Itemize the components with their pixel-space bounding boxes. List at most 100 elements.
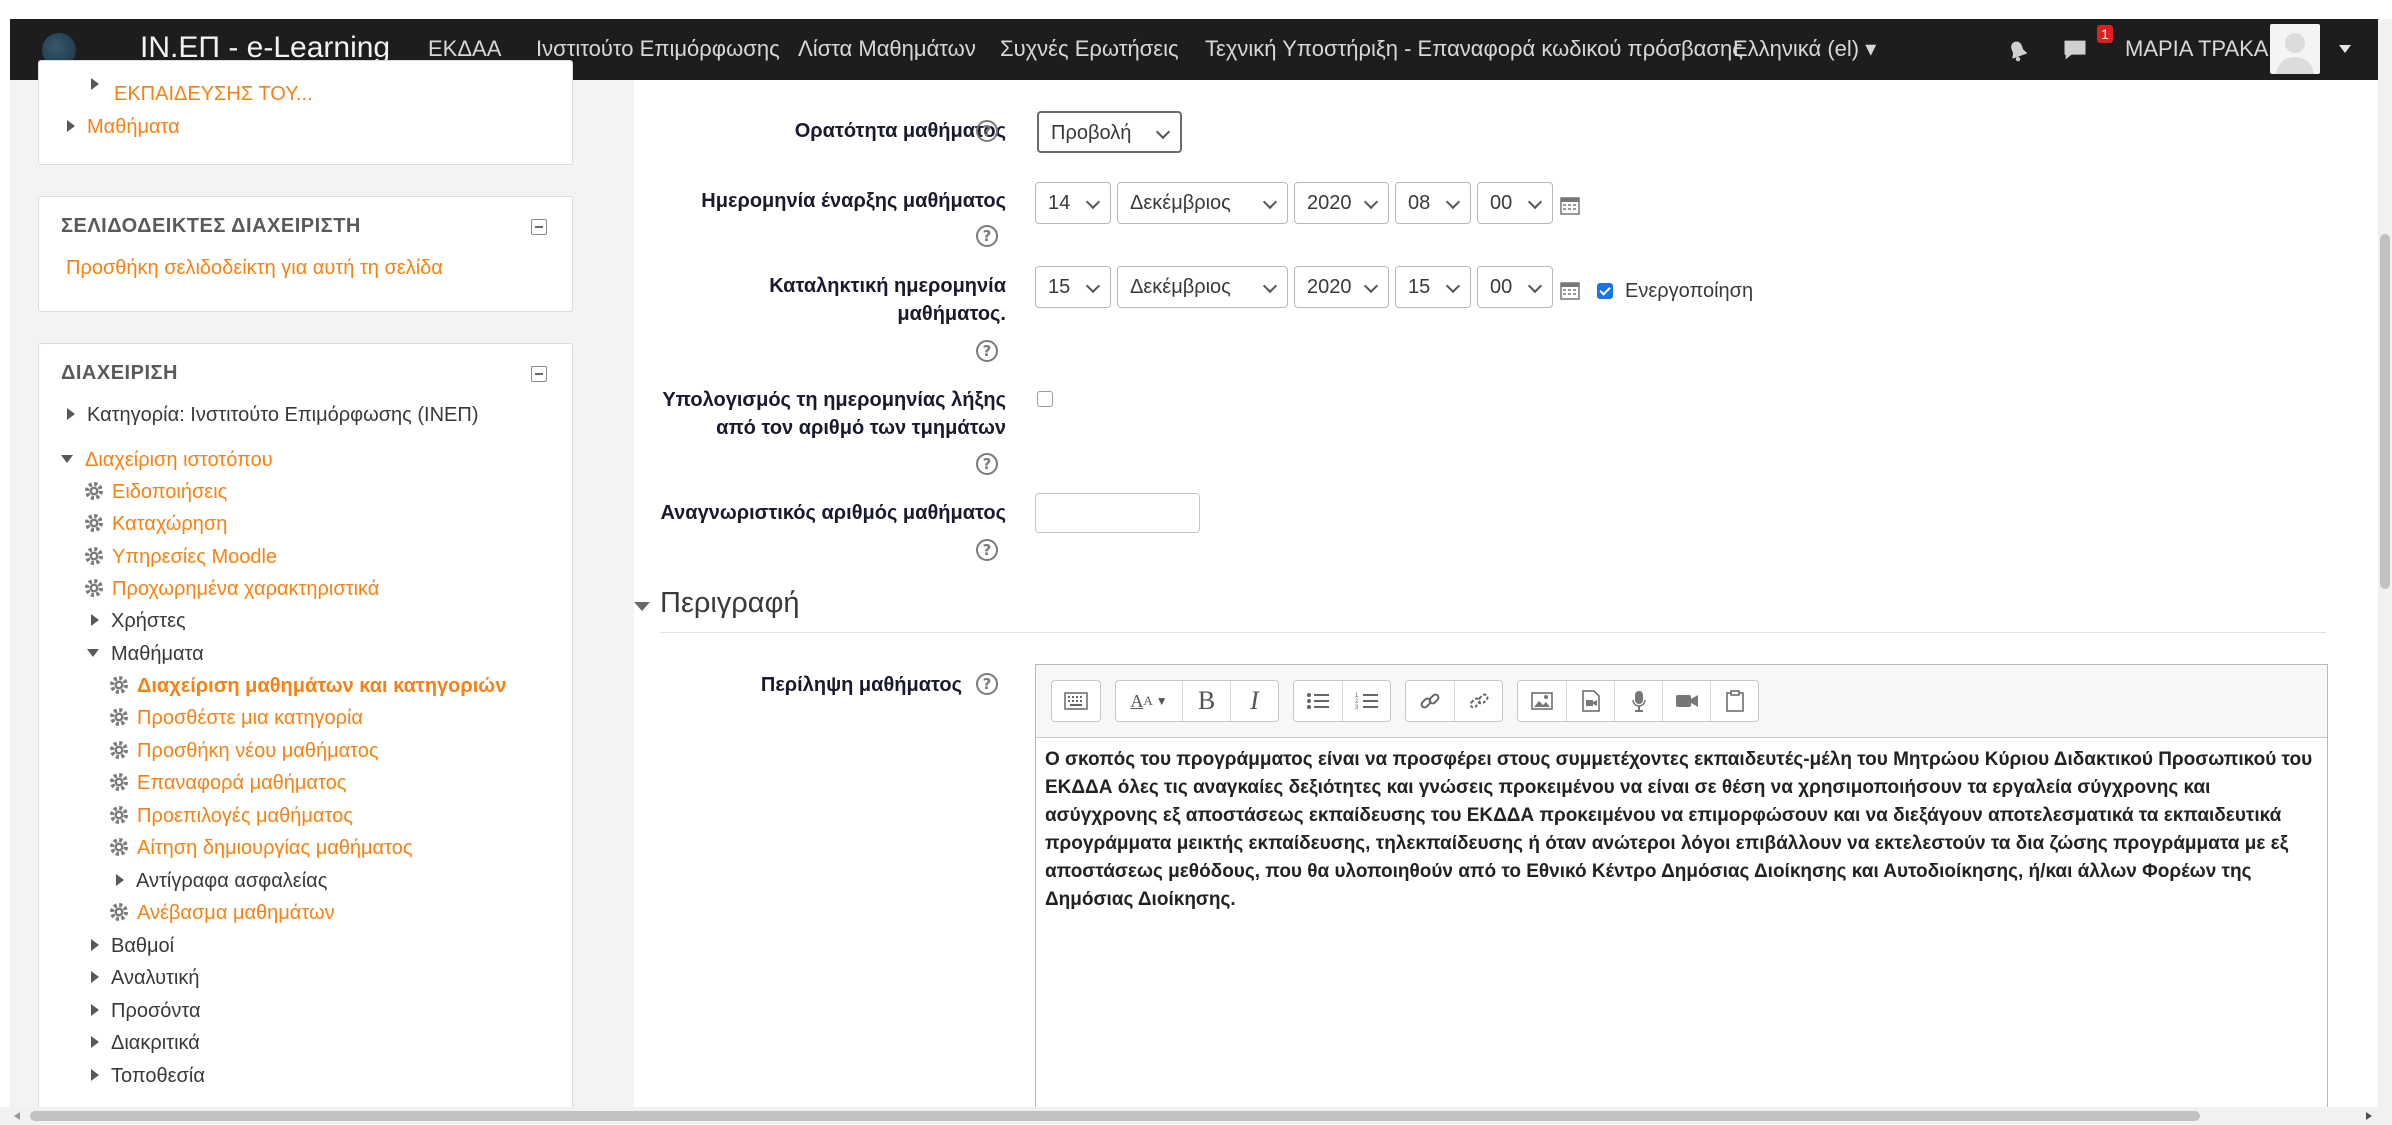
help-icon[interactable]: ? [976, 225, 998, 247]
chat-icon[interactable] [2061, 36, 2089, 64]
italic-icon[interactable]: I [1230, 681, 1278, 721]
course-item-add-course[interactable]: Προσθήκη νέου μαθήματος [109, 740, 379, 763]
admin-competencies-item[interactable]: Προσόντα [91, 1000, 201, 1023]
admin-backups-label: Αντίγραφα ασφαλείας [136, 870, 328, 892]
help-icon[interactable]: ? [976, 120, 998, 142]
course-item-manage[interactable]: Διαχείριση μαθημάτων και κατηγοριών [109, 675, 506, 698]
language-menu[interactable]: Ελληνικά (el) ▾ [1733, 36, 1876, 62]
end-date-label-line1: Καταληκτική ημερομηνία [769, 275, 1006, 297]
visibility-select[interactable]: Προβολή [1037, 111, 1182, 153]
scroll-right-arrow-icon[interactable] [2366, 1112, 2372, 1120]
gear-icon [110, 676, 128, 694]
admin-backups-item[interactable]: Αντίγραφα ασφαλείας [116, 870, 327, 893]
course-item-upload[interactable]: Ανέβασμα μαθημάτων [109, 902, 335, 925]
bell-icon[interactable] [2005, 38, 2031, 64]
nav-link-course-list[interactable]: Λίστα Μαθημάτων [798, 36, 976, 62]
id-number-input[interactable] [1035, 493, 1200, 533]
end-month-select[interactable]: Δεκέμβριος [1117, 266, 1288, 308]
numbered-list-icon[interactable]: 123 [1342, 681, 1390, 721]
user-avatar-icon [2276, 33, 2314, 74]
toolbar-group [1051, 680, 1101, 722]
font-style-icon[interactable]: A A ▼ [1116, 681, 1182, 721]
admin-badges-item[interactable]: Διακριτικά [91, 1032, 200, 1055]
calendar-icon[interactable] [1560, 280, 1580, 300]
start-hour-select[interactable]: 08 [1395, 182, 1471, 224]
scroll-left-arrow-icon[interactable] [14, 1112, 20, 1120]
nav-item-courses[interactable]: Μαθήματα [67, 116, 180, 139]
admin-grades-item[interactable]: Βαθμοί [91, 935, 174, 958]
toolbar-toggle-icon[interactable] [1052, 681, 1100, 721]
admin-item-registration[interactable]: Καταχώρηση [84, 513, 227, 536]
end-date-label-line2: μαθήματος. [897, 303, 1006, 325]
horizontal-scrollbar-thumb[interactable] [30, 1111, 2200, 1121]
help-icon[interactable]: ? [976, 453, 998, 475]
admin-item-advanced-features[interactable]: Προχωρημένα χαρακτηριστικά [84, 578, 379, 601]
start-year-select[interactable]: 2020 [1294, 182, 1389, 224]
bold-icon[interactable]: B [1182, 681, 1230, 721]
video-camera-glyph [1675, 695, 1698, 707]
end-day-select[interactable]: 15 [1035, 266, 1111, 308]
course-item-restore[interactable]: Επαναφορά μαθήματος [109, 772, 346, 795]
end-year-select[interactable]: 2020 [1294, 266, 1389, 308]
course-item-label: Προσθήκη νέου μαθήματος [137, 740, 379, 762]
help-icon[interactable]: ? [976, 673, 998, 695]
start-minute-select[interactable]: 00 [1477, 182, 1553, 224]
browser-top-strip [0, 0, 2392, 19]
media-icon[interactable] [1566, 681, 1614, 721]
image-icon[interactable] [1518, 681, 1566, 721]
tree-expand-icon[interactable] [91, 78, 99, 90]
help-icon[interactable]: ? [976, 340, 998, 362]
vertical-scrollbar-thumb[interactable] [2380, 234, 2390, 589]
tree-expand-icon [91, 1036, 99, 1048]
nav-link-ekdda[interactable]: ΕΚΔΑΑ [428, 36, 501, 62]
caret-down-icon[interactable] [2338, 44, 2352, 54]
admin-courses-item[interactable]: Μαθήματα [87, 643, 204, 666]
paste-icon[interactable] [1710, 681, 1758, 721]
nav-item-truncated[interactable]: ΕΚΠΑΙΔΕΥΣΗΣ ΤΟΥ... [114, 83, 313, 106]
tree-expand-icon [67, 408, 75, 420]
nav-link-institute[interactable]: Ινστιτούτο Επιμόρφωσης [536, 36, 780, 62]
collapse-block-icon[interactable] [531, 366, 547, 382]
unlink-icon[interactable] [1454, 681, 1502, 721]
calendar-icon[interactable] [1560, 195, 1580, 215]
admin-courses-label: Μαθήματα [111, 643, 204, 665]
site-admin-item[interactable]: Διαχείριση ιστοτόπου [61, 449, 273, 472]
admin-more-label: Αναλυτική [111, 967, 200, 989]
gear-icon [110, 806, 128, 824]
toolbar-group [1405, 680, 1503, 722]
help-icon[interactable]: ? [976, 539, 998, 561]
horizontal-scrollbar[interactable] [0, 1107, 2392, 1125]
admin-users-item[interactable]: Χρήστες [91, 610, 186, 633]
end-minute-select[interactable]: 00 [1477, 266, 1553, 308]
description-section-title[interactable]: Περιγραφή [660, 587, 800, 620]
collapse-block-icon[interactable] [531, 219, 547, 235]
user-avatar[interactable] [2270, 24, 2320, 74]
add-bookmark-link[interactable]: Προσθήκη σελιδοδείκτη για αυτή τη σελίδα [66, 257, 443, 280]
record-audio-icon[interactable] [1614, 681, 1662, 721]
end-hour-select[interactable]: 15 [1395, 266, 1471, 308]
admin-location-item[interactable]: Τοποθεσία [91, 1065, 205, 1088]
bullet-list-icon[interactable] [1294, 681, 1342, 721]
summary-editor[interactable]: A A ▼ B I 123 Ο σκοπός του προγράμματος … [1035, 664, 2328, 1108]
course-item-request[interactable]: Αίτηση δημιουργίας μαθήματος [109, 837, 413, 860]
admin-category-item[interactable]: Κατηγορία: Ινστιτούτο Επιμόρφωσης (ΙΝΕΠ) [67, 404, 478, 427]
start-month-select[interactable]: Δεκέμβριος [1117, 182, 1288, 224]
nav-link-faq[interactable]: Συχνές Ερωτήσεις [1000, 36, 1179, 62]
record-video-icon[interactable] [1662, 681, 1710, 721]
section-collapse-icon[interactable] [634, 600, 650, 612]
course-item-add-category[interactable]: Προσθέστε μια κατηγορία [109, 707, 363, 730]
course-item-label: Διαχείριση μαθημάτων και κατηγοριών [137, 675, 507, 697]
end-date-enable-checkbox[interactable] [1597, 283, 1613, 299]
link-icon[interactable] [1406, 681, 1454, 721]
course-item-defaults[interactable]: Προεπιλογές μαθήματος [109, 805, 353, 828]
calc-end-date-checkbox[interactable] [1037, 391, 1053, 407]
admin-item-moodle-services[interactable]: Υπηρεσίες Moodle [84, 546, 277, 569]
unlink-glyph [1469, 693, 1488, 709]
admin-item-notifications[interactable]: Ειδοποιήσεις [84, 481, 227, 504]
vertical-scrollbar[interactable] [2378, 19, 2392, 1107]
start-day-select[interactable]: 14 [1035, 182, 1111, 224]
user-name[interactable]: ΜΑΡΙΑ ΤΡΑΚΑ [2125, 36, 2268, 62]
admin-analytics-item[interactable]: Αναλυτική [91, 967, 199, 990]
summary-editor-content[interactable]: Ο σκοπός του προγράμματος είναι να προσφ… [1045, 746, 2315, 914]
nav-link-tech-support[interactable]: Τεχνική Υποστήριξη - Επαναφορά κωδικού π… [1205, 36, 1743, 62]
